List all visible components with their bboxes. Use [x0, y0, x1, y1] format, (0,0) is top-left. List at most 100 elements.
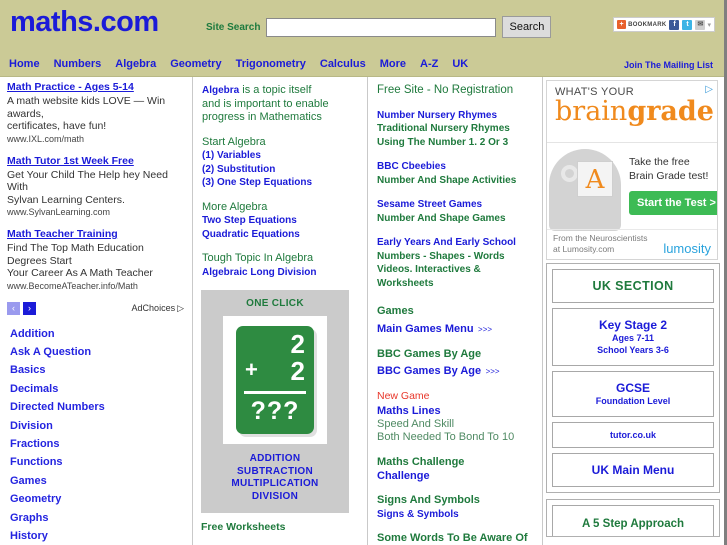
- link-bbc-cbeebies[interactable]: BBC Cbeebies: [377, 160, 533, 174]
- banner-copy: Take the free Brain Grade test!: [629, 155, 708, 183]
- site-search: Site Search Search: [206, 16, 552, 38]
- flashcard-frame: 2 + 2 ???: [223, 316, 327, 444]
- link-main-games-menu[interactable]: Main Games Menu: [377, 323, 474, 335]
- banner-ad-middle: A Take the free Brain Grade test! Start …: [547, 143, 717, 231]
- uk-box-tutor[interactable]: tutor.co.uk: [552, 422, 714, 448]
- games-group-new: New Game Maths Lines Speed And Skill Bot…: [377, 390, 533, 445]
- uk-box-title: tutor.co.uk: [609, 430, 656, 440]
- right-column: ▷ WHAT'S YOUR braingrade A Take the free…: [544, 77, 724, 537]
- sidebar-item-decimals[interactable]: Decimals: [10, 380, 191, 398]
- one-click-title: ONE CLICK: [246, 298, 304, 309]
- nav-item-geometry[interactable]: Geometry: [170, 58, 221, 70]
- operation-division[interactable]: DIVISION: [201, 491, 349, 504]
- operation-addition[interactable]: ADDITION: [201, 453, 349, 466]
- ad-footer: ‹ › AdChoices ▷: [0, 301, 191, 315]
- adchoices-triangle-icon[interactable]: ▷: [705, 84, 713, 95]
- ad-pager: ‹ ›: [7, 301, 36, 315]
- site-header: maths.com Site Search Search + BOOKMARK …: [0, 0, 724, 77]
- algebra-link-one-step-equations[interactable]: (3) One Step Equations: [202, 176, 358, 190]
- bookmark-share-widget[interactable]: + BOOKMARK f t ✉ ▾: [613, 17, 715, 32]
- nav-item-home[interactable]: Home: [9, 58, 40, 70]
- games-group-challenge: Maths Challenge Challenge: [377, 456, 533, 484]
- operation-subtraction[interactable]: SUBTRACTION: [201, 466, 349, 479]
- text-ad-title[interactable]: Math Teacher Training: [7, 228, 184, 241]
- text-ad-title[interactable]: Math Practice - Ages 5-14: [7, 81, 184, 94]
- search-input[interactable]: [266, 17, 497, 37]
- nav-item-a-z[interactable]: A-Z: [420, 58, 438, 70]
- sidebar-item-fractions[interactable]: Fractions: [10, 435, 191, 453]
- algebra-link-variables[interactable]: (1) Variables: [202, 149, 358, 163]
- algebra-link-substitution[interactable]: (2) Substitution: [202, 163, 358, 177]
- gear-icon: [561, 165, 578, 182]
- adchoices-link[interactable]: AdChoices ▷: [132, 303, 184, 314]
- math-flashcard[interactable]: 2 + 2 ???: [236, 326, 314, 434]
- text-ad[interactable]: Math Practice - Ages 5-14 A math website…: [7, 81, 184, 145]
- nav-item-uk[interactable]: UK: [452, 58, 468, 70]
- text-ad-line: Get Your Child The Help hey Need With: [7, 168, 168, 194]
- nav-item-calculus[interactable]: Calculus: [320, 58, 366, 70]
- link-signs-symbols[interactable]: Signs & Symbols: [377, 508, 533, 522]
- sidebar-item-graphs[interactable]: Graphs: [10, 509, 191, 527]
- uk-box-uk-section[interactable]: UK SECTION: [552, 269, 714, 303]
- chevron-right-icon[interactable]: ›: [23, 301, 36, 315]
- games-link-row: Main Games Menu >>>: [377, 319, 533, 337]
- freesite-line: Videos. Interactives & Worksheets: [377, 264, 481, 289]
- sidebar-item-ask-a-question[interactable]: Ask A Question: [10, 343, 191, 361]
- sidebar-item-functions[interactable]: Functions: [10, 453, 191, 471]
- text-ad-title[interactable]: Math Tutor 1st Week Free: [7, 155, 184, 168]
- nav-item-numbers[interactable]: Numbers: [54, 58, 102, 70]
- email-icon[interactable]: ✉: [695, 19, 706, 30]
- banner-copy-line-2: Brain Grade test!: [629, 170, 709, 182]
- games-heading: BBC Games By Age: [377, 347, 482, 360]
- text-ad-line: A math website kids LOVE — Win awards,: [7, 95, 166, 120]
- algebra-link-quadratic-equations[interactable]: Quadratic Equations: [202, 228, 358, 242]
- sidebar-item-geometry[interactable]: Geometry: [10, 490, 191, 508]
- nav-item-trigonometry[interactable]: Trigonometry: [236, 58, 306, 70]
- uk-box-title: UK Main Menu: [591, 463, 675, 477]
- sidebar-item-directed-numbers[interactable]: Directed Numbers: [10, 398, 191, 416]
- start-the-test-button[interactable]: Start the Test >: [629, 191, 717, 215]
- uk-box-key-stage-2[interactable]: Key Stage 2 Ages 7-11 School Years 3-6: [552, 308, 714, 366]
- sidebar-item-history[interactable]: History: [10, 527, 191, 545]
- link-number-nursery-rhymes[interactable]: Number Nursery Rhymes: [377, 109, 533, 123]
- nav-item-algebra[interactable]: Algebra: [115, 58, 156, 70]
- brain-grade-banner-ad[interactable]: ▷ WHAT'S YOUR braingrade A Take the free…: [546, 80, 718, 260]
- chevron-left-icon[interactable]: ‹: [7, 301, 20, 315]
- freesite-line: Using The Number 1. 2 Or 3: [377, 136, 509, 148]
- sidebar-item-games[interactable]: Games: [10, 472, 191, 490]
- algebra-inline-link[interactable]: Algebra: [202, 85, 239, 96]
- text-ad[interactable]: Math Teacher Training Find The Top Math …: [7, 228, 184, 292]
- uk-box-title: UK SECTION: [592, 279, 674, 293]
- sidebar-item-basics[interactable]: Basics: [10, 361, 191, 379]
- free-worksheets-heading[interactable]: Free Worksheets: [201, 521, 366, 533]
- link-maths-lines[interactable]: Maths Lines: [377, 404, 533, 418]
- join-mailing-list-link[interactable]: Join The Mailing List: [624, 60, 713, 70]
- operation-multiplication[interactable]: MULTIPLICATION: [201, 478, 349, 491]
- banner-ad-footer: From the Neuroscientists at Lumosity.com…: [547, 229, 717, 259]
- sidebar-item-addition[interactable]: Addition: [10, 325, 191, 343]
- site-logo[interactable]: maths.com: [10, 6, 159, 39]
- algebra-link-long-division[interactable]: Algebraic Long Division: [202, 266, 358, 280]
- search-button[interactable]: Search: [502, 16, 552, 38]
- freesite-line: Traditional Nursery Rhymes: [377, 123, 510, 134]
- page-body: Math Practice - Ages 5-14 A math website…: [0, 77, 724, 545]
- free-site-heading-group: Free Site - No Registration: [377, 84, 533, 98]
- text-ad[interactable]: Math Tutor 1st Week Free Get Your Child …: [7, 155, 184, 219]
- twitter-icon[interactable]: t: [682, 19, 693, 30]
- chevron-down-icon[interactable]: ▾: [707, 21, 711, 29]
- sidebar-item-division[interactable]: Division: [10, 417, 191, 435]
- facebook-icon[interactable]: f: [669, 19, 680, 30]
- one-click-promo[interactable]: ONE CLICK 2 + 2 ??? ADDITION SUBTRACTION…: [201, 290, 349, 513]
- uk-box-gcse[interactable]: GCSE Foundation Level: [552, 371, 714, 417]
- link-early-years[interactable]: Early Years And Early School: [377, 236, 533, 250]
- bookmark-label: BOOKMARK: [628, 21, 667, 28]
- uk-box-5-step-approach[interactable]: A 5 Step Approach: [552, 505, 714, 536]
- algebra-link-two-step-equations[interactable]: Two Step Equations: [202, 214, 358, 228]
- brand-word-grade: grade: [627, 96, 714, 127]
- uk-box-uk-main-menu[interactable]: UK Main Menu: [552, 453, 714, 487]
- link-sesame-street-games[interactable]: Sesame Street Games: [377, 198, 533, 212]
- link-bbc-games-by-age[interactable]: BBC Games By Age: [377, 365, 481, 377]
- freesite-group-nursery: Number Nursery Rhymes Traditional Nurser…: [377, 109, 533, 150]
- link-challenge[interactable]: Challenge: [377, 469, 533, 483]
- nav-item-more[interactable]: More: [380, 58, 406, 70]
